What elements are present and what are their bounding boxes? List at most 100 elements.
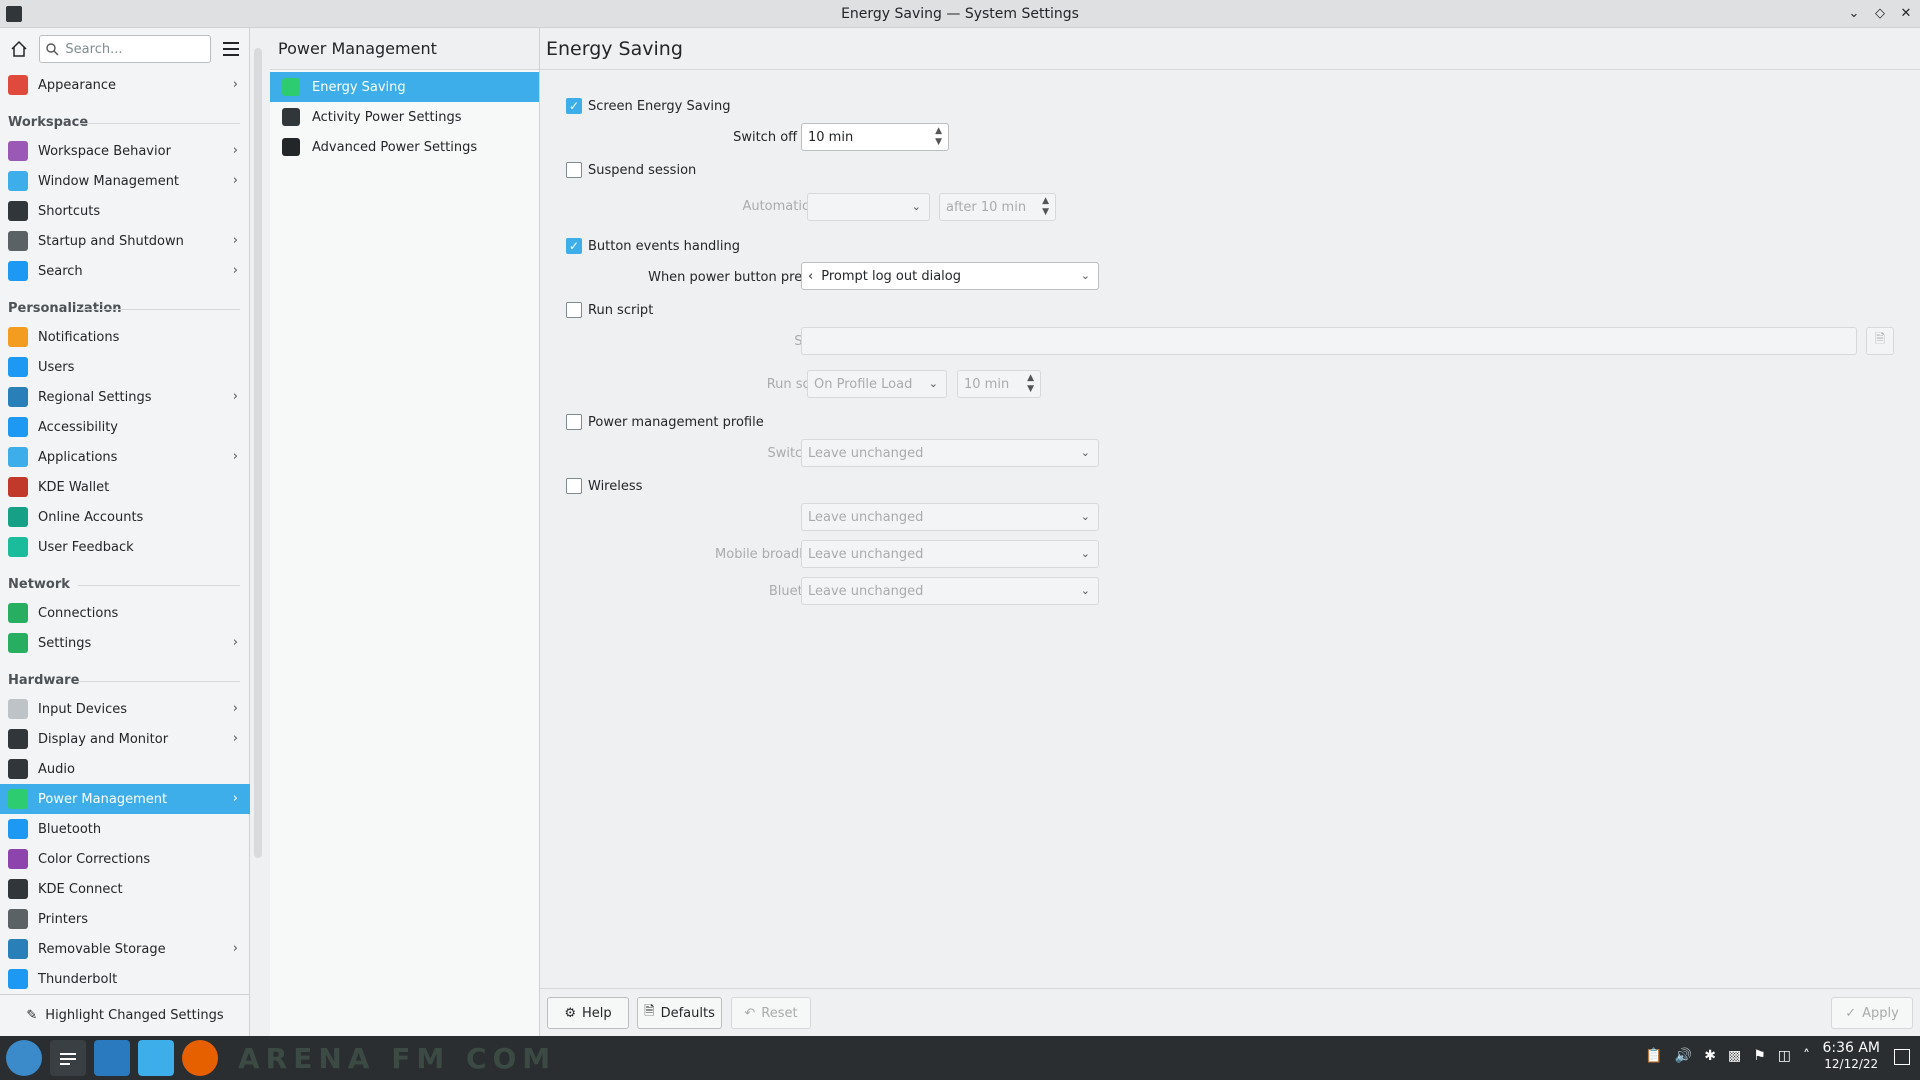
kde-wallet-icon: [8, 477, 28, 497]
bluetooth-icon[interactable]: ✱: [1704, 1048, 1716, 1064]
sidebar-item-regional-settings[interactable]: Regional Settings ›: [0, 382, 250, 412]
script-path-field[interactable]: [801, 327, 1857, 355]
undo-icon: ↶: [744, 1005, 756, 1021]
suspend-delay-value: after 10 min: [946, 199, 1027, 215]
sidebar-item-printers[interactable]: Printers: [0, 904, 250, 934]
reset-button[interactable]: ↶ Reset: [731, 997, 811, 1029]
sidebar-item-input-devices[interactable]: Input Devices ›: [0, 694, 250, 724]
minimize-icon[interactable]: ⌄: [1846, 4, 1862, 22]
sidebar-item-color-corrections[interactable]: Color Corrections: [0, 844, 250, 874]
subcategory-advanced-power-settings[interactable]: Advanced Power Settings: [270, 132, 539, 162]
chevron-left-icon: ‹: [808, 268, 814, 284]
sidebar-item-kde-connect[interactable]: KDE Connect: [0, 874, 250, 904]
suspend-session-checkbox[interactable]: Suspend session: [566, 162, 696, 178]
bluetooth-dropdown[interactable]: Leave unchanged ⌄: [801, 577, 1099, 605]
sidebar-item-label: Connections: [38, 605, 119, 621]
sidebar-item-applications[interactable]: Applications ›: [0, 442, 250, 472]
spin-arrows-icon[interactable]: ▲ ▼: [935, 126, 942, 148]
sidebar-item-workspace-behavior[interactable]: Workspace Behavior ›: [0, 136, 250, 166]
activity-power-settings-icon: [282, 108, 300, 126]
sidebar-item-power-management[interactable]: Power Management ›: [0, 784, 250, 814]
input-devices-icon: [8, 699, 28, 719]
maximize-icon[interactable]: ◇: [1872, 4, 1888, 22]
show-desktop-icon[interactable]: [1894, 1049, 1910, 1065]
application-launcher-icon[interactable]: [6, 1040, 42, 1076]
regional-settings-icon: [8, 387, 28, 407]
system-settings-task-icon[interactable]: [50, 1040, 86, 1076]
settings-icon: [60, 1053, 76, 1065]
wireless-checkbox[interactable]: Wireless: [566, 478, 642, 494]
sidebar-item-accessibility[interactable]: Accessibility: [0, 412, 250, 442]
switch-off-spinbox[interactable]: 10 min ▲ ▼: [801, 123, 949, 151]
chevron-up-icon[interactable]: ˄: [1803, 1048, 1810, 1064]
network-icon[interactable]: ◫: [1778, 1048, 1791, 1064]
spin-arrows-icon[interactable]: ▲ ▼: [1027, 373, 1034, 395]
volume-icon[interactable]: 🔊: [1675, 1048, 1692, 1064]
search-icon: [46, 42, 59, 55]
defaults-button[interactable]: 🗎 Defaults: [637, 997, 722, 1029]
wifi-dropdown[interactable]: Leave unchanged ⌄: [801, 503, 1099, 531]
close-icon[interactable]: ✕: [1898, 4, 1914, 22]
wifi-value: Leave unchanged: [808, 509, 924, 525]
sidebar-item-label: Bluetooth: [38, 821, 102, 837]
highlight-changed-settings-button[interactable]: ✎ Highlight Changed Settings: [0, 994, 250, 1036]
connections-icon: [8, 603, 28, 623]
file-manager-icon[interactable]: [138, 1040, 174, 1076]
power-profile-checkbox[interactable]: Power management profile: [566, 414, 764, 430]
flag-icon[interactable]: ⚑: [1753, 1048, 1766, 1064]
sidebar-item-label: Accessibility: [38, 419, 118, 435]
checkmark-icon: ✓: [1845, 1005, 1857, 1021]
chevron-down-icon: ⌄: [1080, 547, 1090, 560]
sidebar-item-display-and-monitor[interactable]: Display and Monitor ›: [0, 724, 250, 754]
sidebar-item-bluetooth[interactable]: Bluetooth: [0, 814, 250, 844]
sidebar-item-window-management[interactable]: Window Management ›: [0, 166, 250, 196]
clock-time: 6:36 AM: [1822, 1040, 1880, 1056]
sidebar-item-users[interactable]: Users: [0, 352, 250, 382]
sidebar-item-audio[interactable]: Audio: [0, 754, 250, 784]
button-bar: ⚙ Help 🗎 Defaults ↶ Reset ✓ Apply: [540, 988, 1920, 1036]
firefox-icon[interactable]: [182, 1040, 218, 1076]
sidebar-item-search[interactable]: Search ›: [0, 256, 250, 286]
discover-store-icon[interactable]: [94, 1040, 130, 1076]
run-script-when-dropdown[interactable]: On Profile Load ⌄: [807, 370, 947, 398]
sidebar-item-startup-and-shutdown[interactable]: Startup and Shutdown ›: [0, 226, 250, 256]
sidebar-item-removable-storage[interactable]: Removable Storage ›: [0, 934, 250, 964]
page-title: Energy Saving: [540, 28, 1920, 70]
power-button-dropdown[interactable]: ‹ Prompt log out dialog ⌄: [801, 262, 1099, 290]
run-script-delay-spinbox[interactable]: 10 min ▲ ▼: [957, 370, 1041, 398]
device-icon[interactable]: ▩: [1728, 1048, 1741, 1064]
clipboard-icon[interactable]: 📋: [1645, 1048, 1662, 1064]
sidebar-item-user-feedback[interactable]: User Feedback: [0, 532, 250, 562]
file-browse-button[interactable]: 🗎: [1866, 327, 1894, 355]
clock[interactable]: 6:36 AM 12/12/22: [1822, 1040, 1880, 1072]
sidebar-item-online-accounts[interactable]: Online Accounts: [0, 502, 250, 532]
chevron-right-icon: ›: [232, 701, 238, 716]
suspend-delay-spinbox[interactable]: after 10 min ▲ ▼: [939, 193, 1056, 221]
help-button[interactable]: ⚙ Help: [547, 997, 629, 1029]
sidebar-item-label: KDE Wallet: [38, 479, 110, 495]
sidebar-item-shortcuts[interactable]: Shortcuts: [0, 196, 250, 226]
subcategory-label: Advanced Power Settings: [312, 139, 478, 155]
sidebar-scrollbar[interactable]: [254, 48, 262, 858]
sidebar-item-appearance[interactable]: Appearance ›: [0, 70, 250, 100]
home-button[interactable]: [6, 35, 31, 63]
subcategory-energy-saving[interactable]: Energy Saving: [270, 72, 539, 102]
search-input[interactable]: Search...: [39, 35, 212, 63]
sidebar-item-connections[interactable]: Connections: [0, 598, 250, 628]
hamburger-menu-button[interactable]: [219, 36, 243, 62]
app-icon[interactable]: [6, 6, 22, 22]
run-script-label: Run script: [588, 302, 654, 318]
spin-arrows-icon[interactable]: ▲ ▼: [1042, 196, 1049, 218]
sidebar-item-settings[interactable]: Settings ›: [0, 628, 250, 658]
run-script-checkbox[interactable]: Run script: [566, 302, 653, 318]
sidebar-item-thunderbolt[interactable]: Thunderbolt: [0, 964, 250, 994]
switch-to-dropdown[interactable]: Leave unchanged ⌄: [801, 439, 1099, 467]
sidebar-item-kde-wallet[interactable]: KDE Wallet: [0, 472, 250, 502]
subcategory-activity-power-settings[interactable]: Activity Power Settings: [270, 102, 539, 132]
apply-button[interactable]: ✓ Apply: [1831, 997, 1913, 1029]
suspend-type-dropdown[interactable]: ⌄: [807, 193, 930, 221]
mobile-broadband-dropdown[interactable]: Leave unchanged ⌄: [801, 540, 1099, 568]
button-events-checkbox[interactable]: ✓ Button events handling: [566, 238, 740, 254]
screen-energy-saving-checkbox[interactable]: ✓ Screen Energy Saving: [566, 98, 731, 114]
sidebar-item-notifications[interactable]: Notifications: [0, 322, 250, 352]
